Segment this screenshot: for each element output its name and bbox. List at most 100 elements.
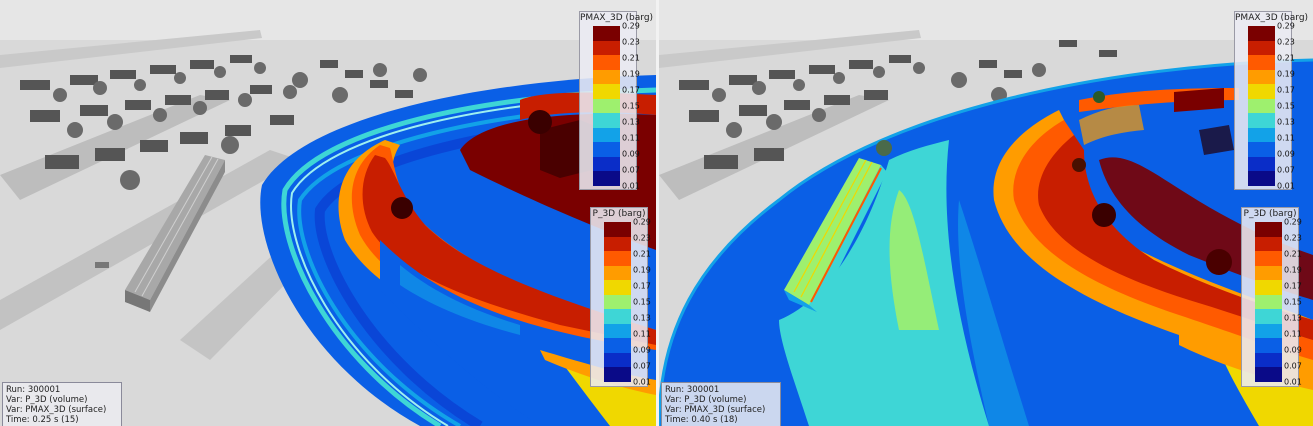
colorbar-band (1248, 69, 1275, 85)
run-info-panel: Run: 300001 Var: P_3D (volume) Var: PMAX… (661, 382, 781, 426)
colorbar-band (604, 309, 631, 324)
colorbar-band (1255, 280, 1282, 295)
colorbar-band (593, 69, 620, 85)
colorbar-tick-label: 0.23 (1284, 233, 1302, 243)
colorbar-band (1248, 84, 1275, 99)
p-colorbar-gradient (1255, 222, 1282, 382)
colorbar-band (593, 127, 620, 143)
colorbar-band (604, 222, 631, 237)
colorbar-band (593, 55, 620, 70)
colorbar-band (604, 280, 631, 295)
colorbar-band (593, 84, 620, 99)
colorbar-tick-label: 0.09 (1277, 149, 1295, 159)
colorbar-tick-label: 0.09 (622, 149, 640, 159)
scene-3d-view (0, 0, 656, 426)
colorbar-tick-label: 0.21 (1277, 53, 1295, 63)
scene-3d-view (659, 0, 1313, 426)
colorbar-band (604, 236, 631, 252)
colorbar-band (604, 294, 631, 310)
colorbar-band (593, 26, 620, 41)
pmax-colorbar: PMAX_3D (barg) 0.29 0.23 0.21 0.19 0.17 0.15 0… (579, 11, 653, 191)
colorbar-tick-label: 0.21 (622, 53, 640, 63)
run-info-panel: Run: 300001 Var: P_3D (volume) Var: PMAX… (2, 382, 122, 426)
colorbar-band (1255, 236, 1282, 252)
colorbar-band (1248, 171, 1275, 186)
colorbar-tick-label: 0.13 (1277, 117, 1295, 127)
colorbar-tick-label: 0.17 (1284, 281, 1302, 291)
colorbar-tick-label: 0.29 (622, 21, 640, 31)
colorbar-band (1255, 338, 1282, 353)
var-surface-label: Var: PMAX_3D (surface) (665, 405, 766, 415)
time-label: Time: 0.25 s (15) (6, 415, 79, 425)
pmax-colorbar: PMAX_3D (barg) 0.29 0.23 0.21 0.19 0.17 0.15 0… (1234, 11, 1308, 191)
colorbar-tick-label: 0.11 (633, 329, 651, 339)
colorbar-tick-label: 0.17 (633, 281, 651, 291)
colorbar-tick-label: 0.19 (1277, 69, 1295, 79)
colorbar-tick-label: 0.07 (1284, 361, 1302, 371)
simulation-frame-left: PMAX_3D (barg) 0.29 0.23 0.21 0.19 0.17 0.15 0… (0, 0, 656, 426)
colorbar-tick-label: 0.29 (633, 217, 651, 227)
colorbar-tick-label: 0.15 (1277, 101, 1295, 111)
colorbar-tick-label: 0.01 (1284, 377, 1302, 387)
colorbar-tick-label: 0.07 (622, 165, 640, 175)
colorbar-band (604, 367, 631, 382)
colorbar-band (1255, 294, 1282, 310)
colorbar-tick-label: 0.29 (1284, 217, 1302, 227)
colorbar-tick-label: 0.17 (1277, 85, 1295, 95)
colorbar-band (1248, 55, 1275, 70)
var-surface-label: Var: PMAX_3D (surface) (6, 405, 107, 415)
colorbar-band (593, 98, 620, 114)
colorbar-tick-label: 0.11 (622, 133, 640, 143)
colorbar-tick-label: 0.21 (633, 249, 651, 259)
colorbar-band (1248, 113, 1275, 128)
colorbar-tick-label: 0.01 (622, 181, 640, 191)
colorbar-band (593, 156, 620, 172)
colorbar-band (1255, 367, 1282, 382)
colorbar-tick-label: 0.17 (622, 85, 640, 95)
colorbar-band (593, 171, 620, 186)
colorbar-band (593, 142, 620, 157)
colorbar-tick-label: 0.13 (1284, 313, 1302, 323)
colorbar-tick-label: 0.19 (633, 265, 651, 275)
colorbar-band (1255, 222, 1282, 237)
colorbar-band (1255, 352, 1282, 368)
time-label: Time: 0.40 s (18) (665, 415, 738, 425)
colorbar-band (1255, 265, 1282, 281)
colorbar-tick-label: 0.01 (1277, 181, 1295, 191)
colorbar-band (604, 265, 631, 281)
colorbar-band (593, 40, 620, 56)
colorbar-tick-label: 0.15 (1284, 297, 1302, 307)
colorbar-band (1248, 142, 1275, 157)
colorbar-tick-label: 0.15 (622, 101, 640, 111)
p-colorbar: P_3D (barg) 0.29 0.23 0.21 0.19 0.17 0.15 0.13… (1241, 207, 1302, 387)
colorbar-tick-label: 0.07 (1277, 165, 1295, 175)
colorbar-tick-label: 0.13 (622, 117, 640, 127)
colorbar-tick-label: 0.07 (633, 361, 651, 371)
colorbar-band (1248, 26, 1275, 41)
colorbar-tick-label: 0.15 (633, 297, 651, 307)
colorbar-band (604, 338, 631, 353)
p-colorbar-gradient (604, 222, 631, 382)
colorbar-tick-label: 0.11 (1277, 133, 1295, 143)
pmax-colorbar-gradient (1248, 26, 1275, 186)
colorbar-tick-label: 0.29 (1277, 21, 1295, 31)
colorbar-tick-label: 0.23 (622, 37, 640, 47)
colorbar-band (1255, 323, 1282, 339)
colorbar-tick-label: 0.21 (1284, 249, 1302, 259)
var-volume-label: Var: P_3D (volume) (6, 395, 88, 405)
colorbar-tick-label: 0.09 (633, 345, 651, 355)
p-colorbar: P_3D (barg) 0.29 0.23 0.21 0.19 0.17 0.15 0.13… (590, 207, 651, 387)
colorbar-band (1248, 40, 1275, 56)
colorbar-tick-label: 0.09 (1284, 345, 1302, 355)
colorbar-band (604, 323, 631, 339)
simulation-frame-right: PMAX_3D (barg) 0.29 0.23 0.21 0.19 0.17 0.15 0… (659, 0, 1313, 426)
colorbar-tick-label: 0.19 (1284, 265, 1302, 275)
colorbar-tick-label: 0.01 (633, 377, 651, 387)
colorbar-tick-label: 0.19 (622, 69, 640, 79)
colorbar-band (604, 251, 631, 266)
run-label: Run: 300001 (6, 385, 61, 395)
run-label: Run: 300001 (665, 385, 720, 395)
var-volume-label: Var: P_3D (volume) (665, 395, 747, 405)
pmax-colorbar-gradient (593, 26, 620, 186)
colorbar-band (1255, 309, 1282, 324)
